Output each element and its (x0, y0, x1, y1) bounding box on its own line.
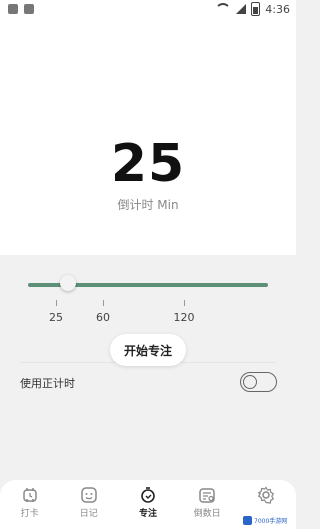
slider-handle[interactable] (60, 275, 76, 291)
countdown-days-icon (199, 488, 215, 503)
status-bar: 4:36 (0, 0, 296, 20)
notification-icons (8, 4, 34, 14)
watermark-text: 7000手游网 (254, 517, 288, 525)
tick-mark-25 (56, 300, 57, 306)
settings-gear-icon (257, 486, 275, 504)
tab-label: 日记 (79, 509, 98, 519)
tab-label: 打卡 (20, 509, 39, 519)
tick-label-25: 25 (49, 311, 63, 324)
tick-label-60: 60 (96, 311, 110, 324)
duration-slider[interactable] (28, 275, 268, 291)
start-focus-button[interactable]: 开始专注 (110, 334, 186, 366)
count-up-label: 使用正计时 (20, 377, 75, 390)
tab-diary[interactable]: 日记 (62, 480, 116, 519)
tab-settings[interactable] (239, 480, 293, 506)
focus-icon (141, 487, 155, 503)
toggle-thumb (243, 375, 257, 389)
image-notification-icon (24, 4, 34, 14)
tab-punch-card[interactable]: 打卡 (3, 480, 57, 519)
diary-icon (81, 487, 97, 503)
clock: 4:36 (265, 2, 290, 16)
signal-icon (236, 4, 247, 14)
tab-focus[interactable]: 专注 (121, 480, 175, 519)
battery-icon (251, 2, 261, 16)
tick-label-120: 120 (173, 311, 195, 324)
tab-countdown-days[interactable]: 倒数日 (180, 480, 234, 519)
notification-icon (8, 4, 18, 14)
tick-mark-60 (103, 300, 104, 306)
punch-card-icon (22, 488, 37, 502)
count-up-toggle[interactable] (240, 372, 277, 392)
wifi-icon (215, 3, 232, 15)
watermark-logo-icon (243, 515, 252, 525)
timer-value: 25 (110, 134, 186, 194)
tab-label: 倒数日 (193, 509, 221, 519)
site-watermark: 7000手游网 (241, 514, 293, 526)
timer-caption: 倒计时 Min (117, 198, 179, 212)
tick-mark-120 (184, 300, 185, 306)
system-indicators: 4:36 (215, 2, 290, 16)
tab-label: 专注 (138, 509, 157, 519)
